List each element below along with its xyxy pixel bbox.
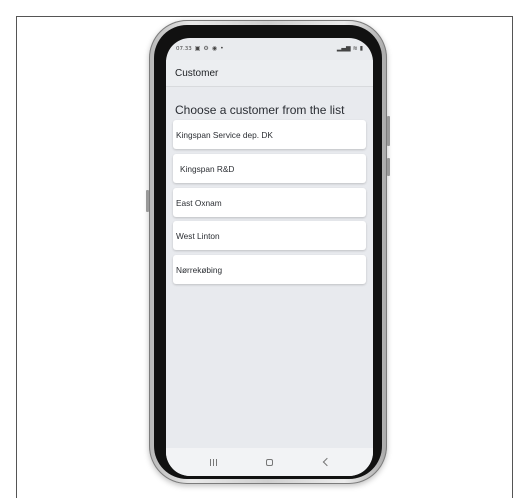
customer-prompt: Choose a customer from the list	[175, 103, 345, 117]
status-right: ▂▄▆ ≋ ▮	[337, 46, 363, 52]
dot-icon: •	[220, 45, 224, 52]
settings-icon: ⚙	[203, 45, 209, 52]
customer-item-east-oxnam[interactable]: East Oxnam	[173, 188, 366, 217]
power-button	[387, 158, 390, 176]
back-button[interactable]	[310, 452, 340, 472]
home-icon	[265, 458, 273, 466]
customer-item-norrekobing[interactable]: Nørrekøbing	[173, 255, 366, 284]
app-bar: Customer	[166, 60, 373, 87]
customer-content: Choose a customer from the list Kingspan…	[166, 87, 373, 448]
customer-item-kingspan-rd[interactable]: Kingspan R&D	[173, 154, 366, 183]
status-time: 07.33	[176, 46, 192, 52]
side-key	[146, 190, 149, 212]
status-left: 07.33 ▣ ⚙ ◉ •	[176, 45, 224, 53]
sim-icon: ▣	[194, 45, 201, 52]
recents-button[interactable]	[199, 452, 229, 472]
customer-item-kingspan-service-dep-dk[interactable]: Kingspan Service dep. DK	[173, 120, 366, 149]
customer-item-west-linton[interactable]: West Linton	[173, 221, 366, 250]
recents-icon	[210, 458, 218, 466]
home-button[interactable]	[254, 452, 284, 472]
notification-icon: ◉	[211, 45, 218, 52]
wifi-icon: ≋	[352, 45, 358, 52]
back-icon	[322, 457, 331, 467]
volume-button	[387, 116, 390, 146]
page-title: Customer	[175, 67, 219, 79]
status-bar: 07.33 ▣ ⚙ ◉ • ▂▄▆ ≋ ▮	[166, 38, 373, 60]
battery-icon: ▮	[359, 45, 363, 52]
signal-icon: ▂▄▆	[336, 45, 351, 52]
system-navigation-bar	[166, 448, 373, 476]
phone-screen: 07.33 ▣ ⚙ ◉ • ▂▄▆ ≋ ▮ Customer Choose a …	[166, 38, 373, 476]
